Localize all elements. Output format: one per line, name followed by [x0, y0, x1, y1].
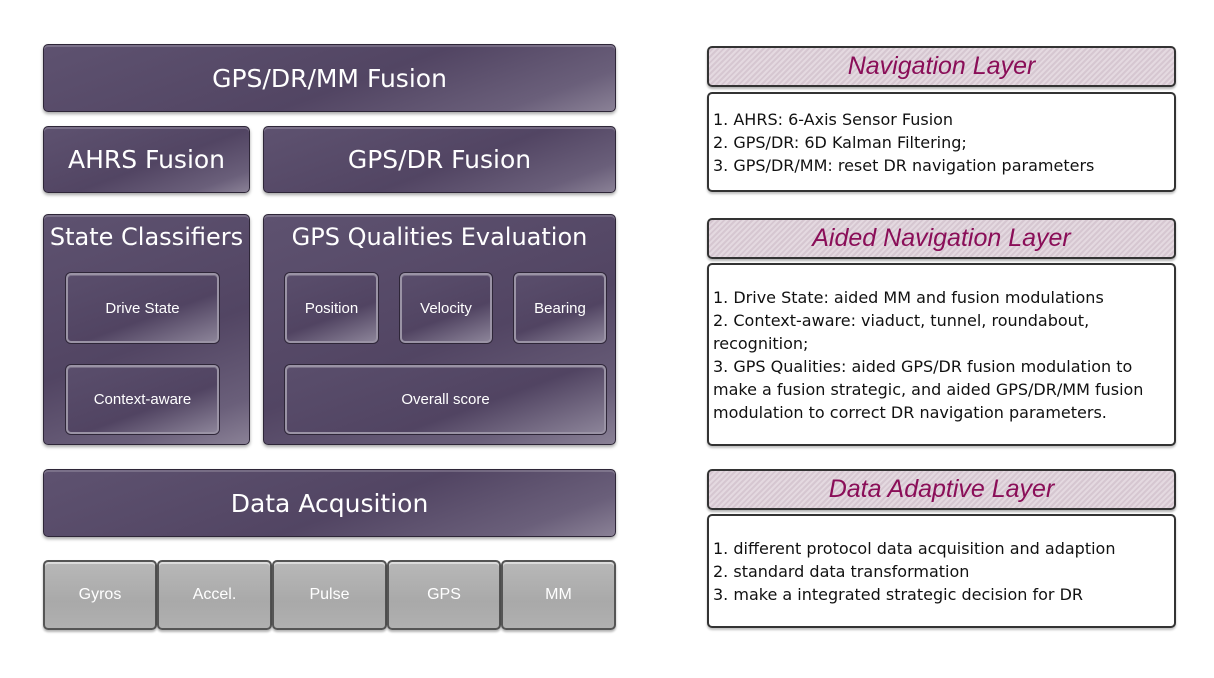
aided-navigation-layer-header: Aided Navigation Layer	[707, 218, 1176, 259]
layer-line: 3. GPS Qualities: aided GPS/DR fusion mo…	[713, 356, 1133, 376]
navigation-layer-body: 1. AHRS: 6-Axis Sensor Fusion 2. GPS/DR:…	[707, 92, 1176, 192]
layer-line: 2. standard data transformation	[713, 561, 970, 581]
block-label: Velocity	[420, 299, 472, 317]
block-label: Overall score	[401, 391, 490, 408]
data-acquisition-block: Data Acqusition	[43, 469, 616, 537]
sensor-label: MM	[545, 586, 572, 603]
bearing-block: Bearing	[514, 273, 606, 343]
block-label: GPS/DR Fusion	[347, 145, 532, 174]
panel-title: GPS Qualities Evaluation	[291, 223, 588, 251]
block-label: GPS/DR/MM Fusion	[212, 63, 447, 93]
sensor-label: Pulse	[309, 586, 350, 603]
gps-dr-mm-fusion-block: GPS/DR/MM Fusion	[43, 44, 616, 112]
layer-title: Aided Navigation Layer	[812, 224, 1071, 252]
block-label: Position	[304, 299, 359, 317]
sensor-mm: MM	[501, 560, 616, 630]
layer-title: Navigation Layer	[847, 52, 1036, 80]
panel-title: State Classifiers	[49, 223, 244, 251]
layer-line: 3. make a integrated strategic decision …	[713, 584, 1084, 604]
sensor-pulse: Pulse	[272, 560, 387, 630]
block-label: Bearing	[534, 299, 586, 317]
layer-line: modulation to correct DR navigation para…	[713, 402, 1107, 422]
sensor-label: Accel.	[192, 586, 237, 603]
sensor-label: GPS	[427, 586, 461, 603]
sensor-gps: GPS	[387, 560, 501, 630]
block-label: Context-aware	[93, 391, 192, 408]
sensor-gyros: Gyros	[43, 560, 157, 630]
layer-line: 1. Drive State: aided MM and fusion modu…	[713, 287, 1104, 307]
sensor-label: Gyros	[78, 586, 122, 603]
block-label: Drive State	[105, 299, 180, 317]
drive-state-block: Drive State	[66, 273, 219, 343]
layer-line: recognition;	[713, 333, 809, 353]
layer-line: 3. GPS/DR/MM: reset DR navigation parame…	[713, 155, 1095, 175]
ahrs-fusion-block: AHRS Fusion	[43, 126, 250, 193]
layer-line: make a fusion strategic, and aided GPS/D…	[713, 379, 1144, 399]
layer-line: 1. AHRS: 6-Axis Sensor Fusion	[713, 109, 954, 129]
overall-score-block: Overall score	[285, 365, 606, 434]
sensor-accel: Accel.	[157, 560, 272, 630]
gps-dr-fusion-block: GPS/DR Fusion	[263, 126, 616, 193]
context-aware-block: Context-aware	[66, 365, 219, 434]
block-label: AHRS Fusion	[67, 145, 226, 174]
layer-line: 2. Context-aware: viaduct, tunnel, round…	[713, 310, 1090, 330]
aided-navigation-layer-body: 1. Drive State: aided MM and fusion modu…	[707, 263, 1176, 446]
navigation-layer-header: Navigation Layer	[707, 46, 1176, 87]
velocity-block: Velocity	[400, 273, 492, 343]
block-label: Data Acqusition	[230, 488, 429, 518]
layer-line: 2. GPS/DR: 6D Kalman Filtering;	[713, 132, 967, 152]
layer-line: 1. different protocol data acquisition a…	[713, 538, 1116, 558]
layer-title: Data Adaptive Layer	[828, 475, 1055, 503]
data-adaptive-layer-header: Data Adaptive Layer	[707, 469, 1176, 510]
position-block: Position	[285, 273, 378, 343]
data-adaptive-layer-body: 1. different protocol data acquisition a…	[707, 514, 1176, 628]
